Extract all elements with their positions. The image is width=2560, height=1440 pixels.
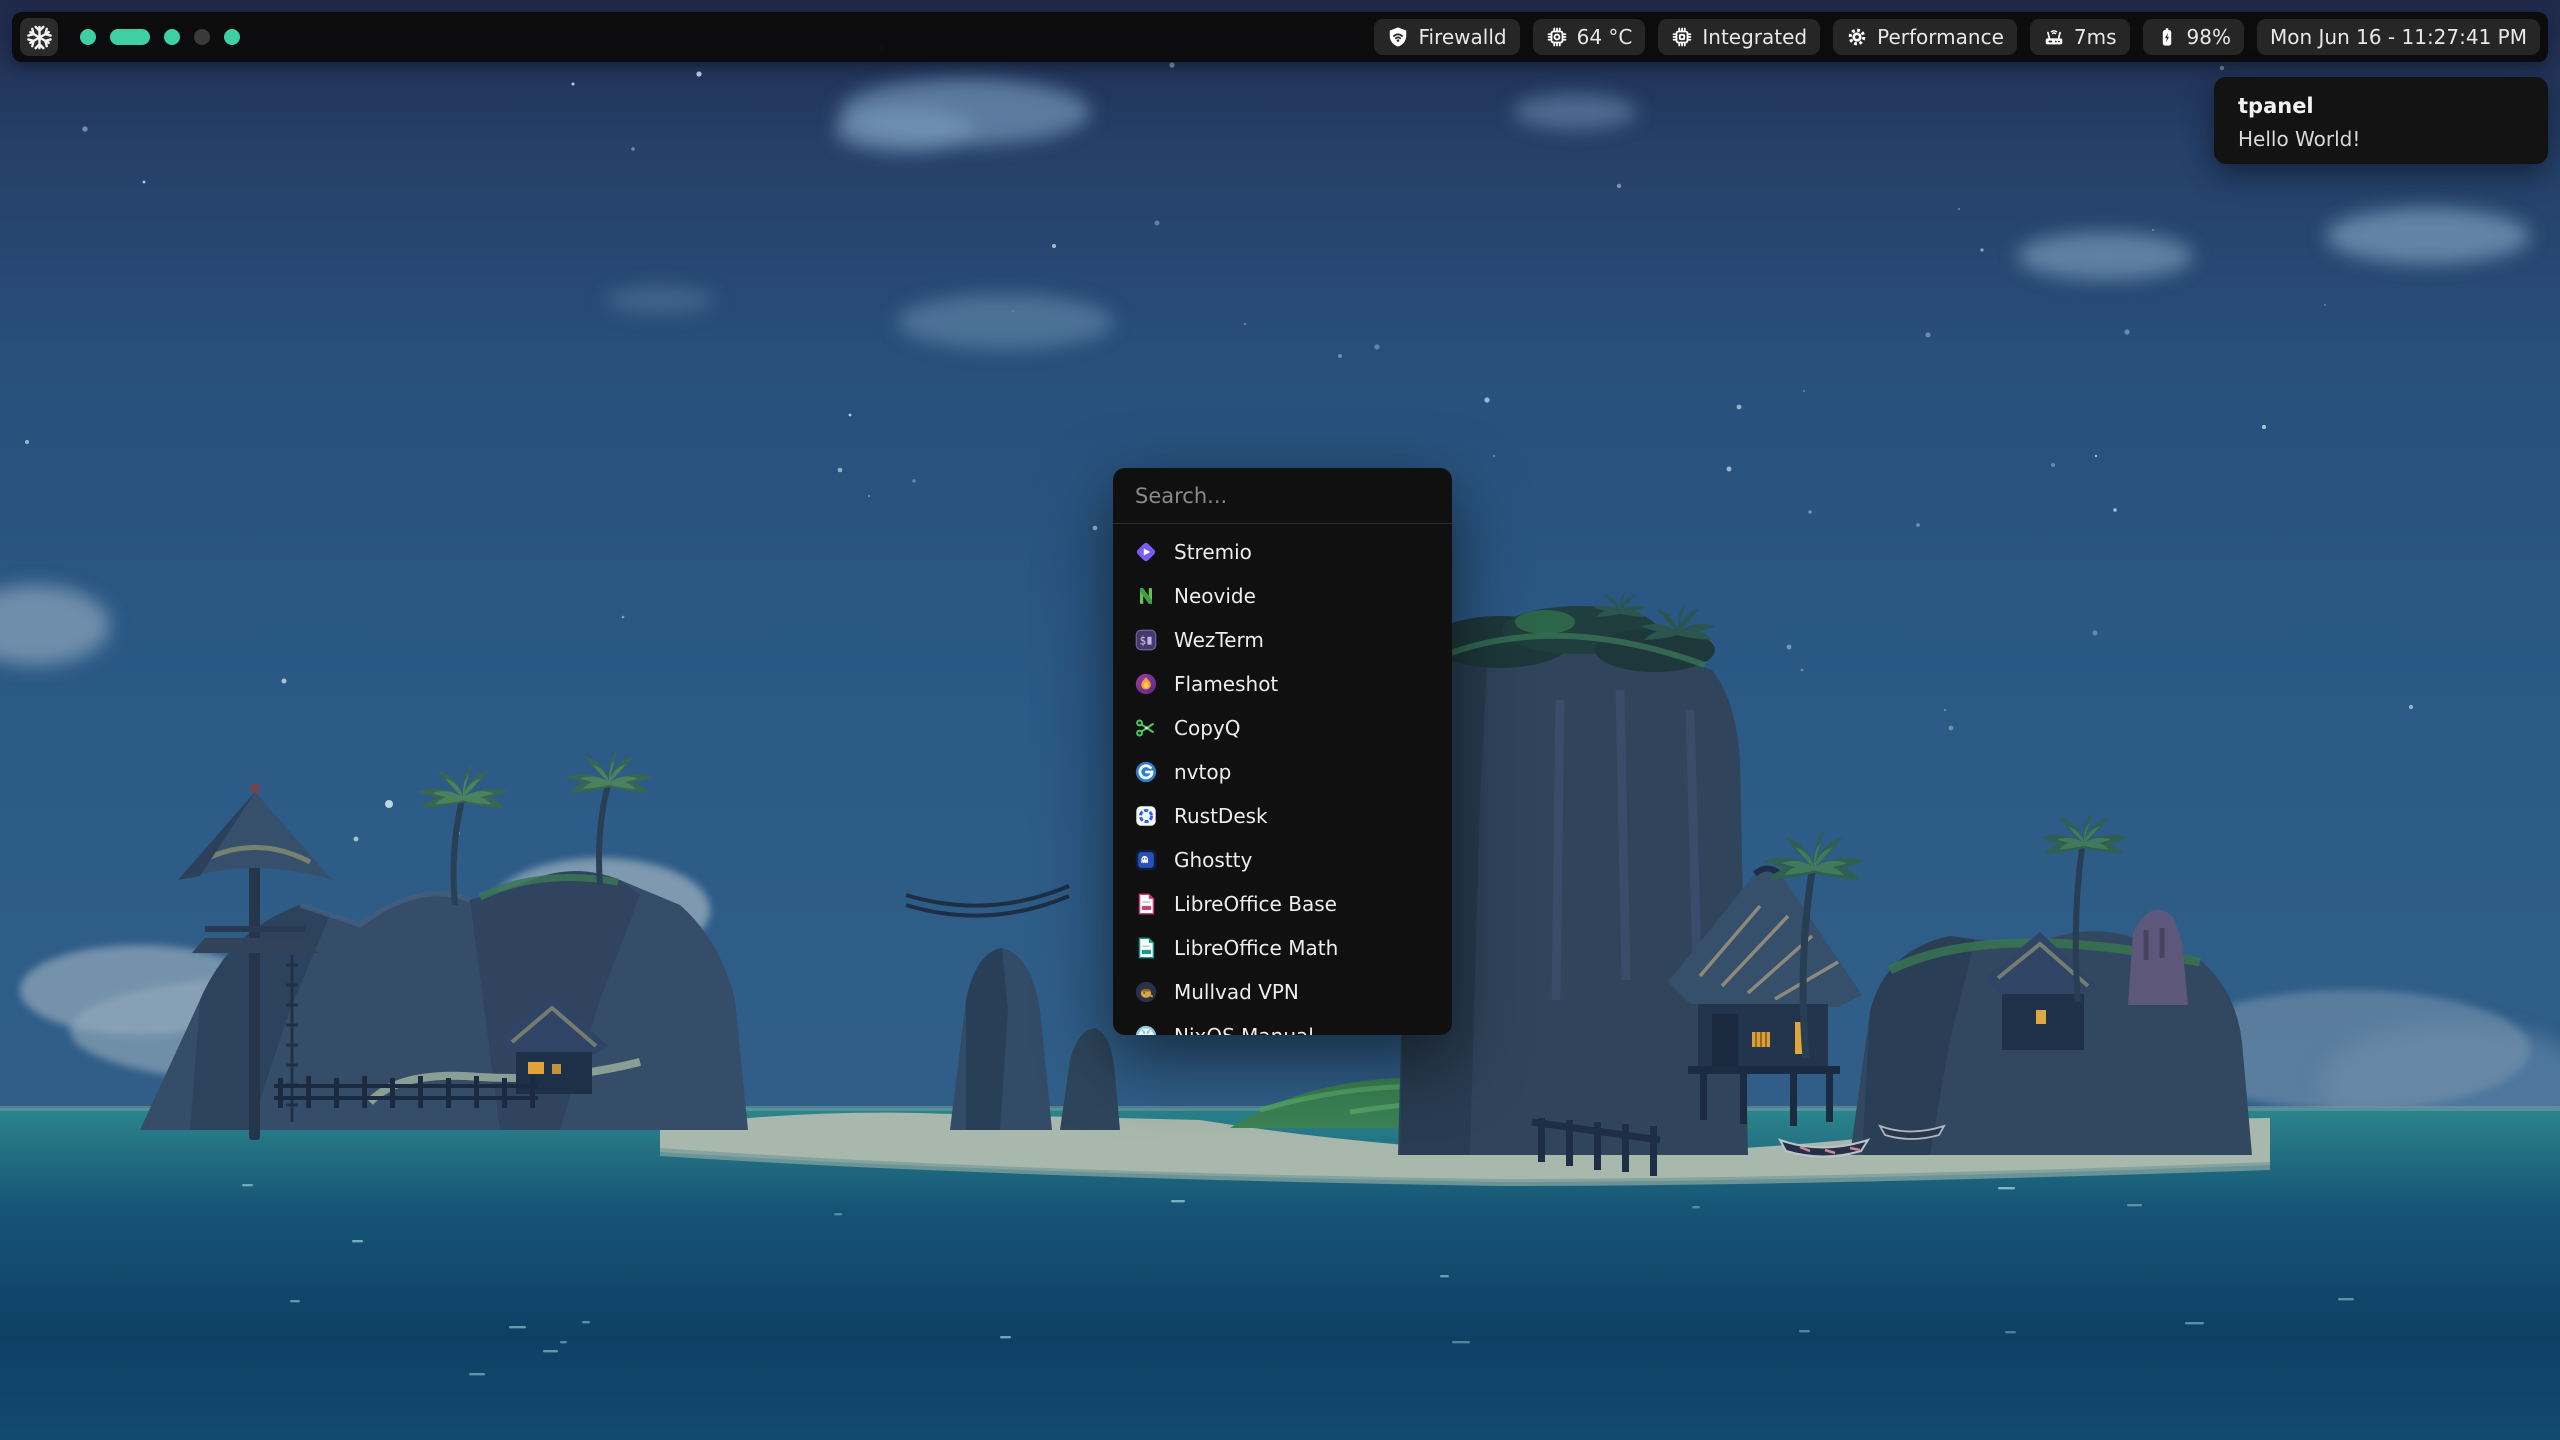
search-bar bbox=[1113, 468, 1452, 524]
app-label: LibreOffice Base bbox=[1174, 892, 1337, 916]
libreoffice-base-icon bbox=[1133, 891, 1159, 917]
power-profile-label: Performance bbox=[1877, 25, 2004, 49]
notification-body: Hello World! bbox=[2238, 127, 2524, 151]
notification[interactable]: tpanel Hello World! bbox=[2214, 77, 2548, 164]
launcher-button[interactable] bbox=[20, 18, 58, 56]
app-label: LibreOffice Math bbox=[1174, 936, 1338, 960]
firewall-widget[interactable]: Firewalld bbox=[1374, 19, 1519, 55]
latency-label: 7ms bbox=[2074, 25, 2117, 49]
workspace-dot-occupied[interactable] bbox=[164, 29, 180, 45]
app-label: Stremio bbox=[1174, 540, 1252, 564]
router-icon bbox=[2043, 26, 2065, 48]
firewall-label: Firewalld bbox=[1418, 25, 1506, 49]
app-item-flameshot[interactable]: Flameshot bbox=[1113, 662, 1452, 706]
app-item-nvtop[interactable]: nvtop bbox=[1113, 750, 1452, 794]
app-launcher: Stremio Neovide $ WezTerm bbox=[1113, 468, 1452, 1035]
latency-widget[interactable]: 7ms bbox=[2030, 19, 2130, 55]
app-label: Neovide bbox=[1174, 584, 1256, 608]
flameshot-icon bbox=[1133, 671, 1159, 697]
wezterm-icon: $ bbox=[1133, 627, 1159, 653]
workspace-dot-active[interactable] bbox=[110, 29, 150, 45]
app-item-mullvad-vpn[interactable]: Mullvad VPN bbox=[1113, 970, 1452, 1014]
gear-icon bbox=[1846, 26, 1868, 48]
app-item-libreoffice-base[interactable]: LibreOffice Base bbox=[1113, 882, 1452, 926]
battery-bolt-icon bbox=[2156, 26, 2178, 48]
nix-snowflake-icon bbox=[26, 24, 53, 51]
app-item-rustdesk[interactable]: RustDesk bbox=[1113, 794, 1452, 838]
app-label: Mullvad VPN bbox=[1174, 980, 1299, 1004]
app-label: WezTerm bbox=[1174, 628, 1264, 652]
app-item-nixos-manual[interactable]: NixOS Manual bbox=[1113, 1014, 1452, 1035]
cpu-temp-label: 64 °C bbox=[1577, 25, 1633, 49]
mullvad-vpn-icon bbox=[1133, 979, 1159, 1005]
gpu-widget[interactable]: Integrated bbox=[1658, 19, 1820, 55]
clock-label: Mon Jun 16 - 11:27:41 PM bbox=[2270, 25, 2527, 49]
status-widgets: Firewalld 64 °C Integrat bbox=[1374, 19, 2540, 55]
libreoffice-math-icon bbox=[1133, 935, 1159, 961]
ghostty-icon bbox=[1133, 847, 1159, 873]
battery-widget[interactable]: 98% bbox=[2143, 19, 2244, 55]
notification-app-name: tpanel bbox=[2238, 94, 2524, 118]
app-label: NixOS Manual bbox=[1174, 1024, 1314, 1035]
app-label: Flameshot bbox=[1174, 672, 1278, 696]
app-label: CopyQ bbox=[1174, 716, 1240, 740]
gpu-label: Integrated bbox=[1702, 25, 1807, 49]
top-bar: Firewalld 64 °C Integrat bbox=[12, 12, 2548, 62]
app-item-copyq[interactable]: CopyQ bbox=[1113, 706, 1452, 750]
nixos-manual-icon bbox=[1133, 1023, 1159, 1035]
workspace-dots bbox=[80, 29, 240, 45]
copyq-icon bbox=[1133, 715, 1159, 741]
app-list: Stremio Neovide $ WezTerm bbox=[1113, 524, 1452, 1035]
app-item-libreoffice-math[interactable]: LibreOffice Math bbox=[1113, 926, 1452, 970]
svg-text:$: $ bbox=[1140, 635, 1147, 648]
power-profile-widget[interactable]: Performance bbox=[1833, 19, 2017, 55]
app-item-wezterm[interactable]: $ WezTerm bbox=[1113, 618, 1452, 662]
app-label: nvtop bbox=[1174, 760, 1231, 784]
battery-label: 98% bbox=[2187, 25, 2231, 49]
workspace-dot-empty[interactable] bbox=[194, 29, 210, 45]
gpu-chip-icon bbox=[1671, 26, 1693, 48]
cpu-chip-icon bbox=[1546, 26, 1568, 48]
cpu-temp-widget[interactable]: 64 °C bbox=[1533, 19, 1646, 55]
workspace-dot-occupied[interactable] bbox=[224, 29, 240, 45]
app-label: RustDesk bbox=[1174, 804, 1268, 828]
stremio-icon bbox=[1133, 539, 1159, 565]
neovide-icon bbox=[1133, 583, 1159, 609]
workspace-dot-occupied[interactable] bbox=[80, 29, 96, 45]
clock-widget[interactable]: Mon Jun 16 - 11:27:41 PM bbox=[2257, 19, 2540, 55]
app-label: Ghostty bbox=[1174, 848, 1252, 872]
nvtop-icon bbox=[1133, 759, 1159, 785]
search-input[interactable] bbox=[1113, 484, 1452, 508]
app-item-neovide[interactable]: Neovide bbox=[1113, 574, 1452, 618]
shield-firewall-icon bbox=[1387, 26, 1409, 48]
rustdesk-icon bbox=[1133, 803, 1159, 829]
app-item-ghostty[interactable]: Ghostty bbox=[1113, 838, 1452, 882]
app-item-stremio[interactable]: Stremio bbox=[1113, 530, 1452, 574]
